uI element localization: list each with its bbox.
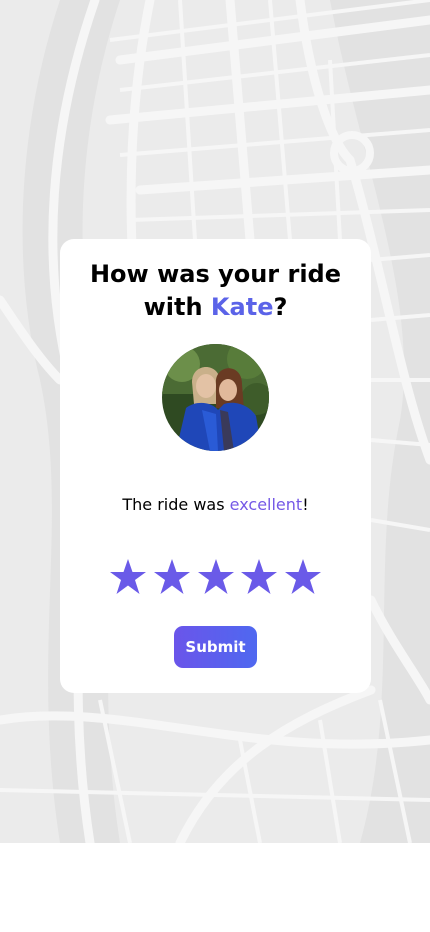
- title-with: with: [143, 293, 211, 321]
- star-5-icon[interactable]: [283, 557, 323, 597]
- rating-suffix: !: [302, 495, 309, 514]
- title-line1: How was your ride: [89, 260, 342, 288]
- rating-prefix: The ride was: [122, 495, 230, 514]
- star-4-icon[interactable]: [239, 557, 279, 597]
- submit-button[interactable]: Submit: [174, 626, 257, 668]
- rating-title: How was your ride with Kate?: [60, 258, 371, 324]
- title-question-mark: ?: [273, 293, 288, 321]
- star-3-icon[interactable]: [196, 557, 236, 597]
- rating-card: How was your ride with Kate? The ride wa…: [60, 239, 371, 693]
- driver-name: Kate: [210, 293, 274, 321]
- star-2-icon[interactable]: [152, 557, 192, 597]
- rating-description: The ride was excellent!: [60, 495, 371, 514]
- rating-word: excellent: [229, 495, 303, 514]
- star-rating: [108, 557, 323, 597]
- driver-avatar: [162, 344, 269, 451]
- bottom-blank-area: [0, 843, 430, 932]
- star-1-icon[interactable]: [108, 557, 148, 597]
- driver-photo: [162, 344, 269, 451]
